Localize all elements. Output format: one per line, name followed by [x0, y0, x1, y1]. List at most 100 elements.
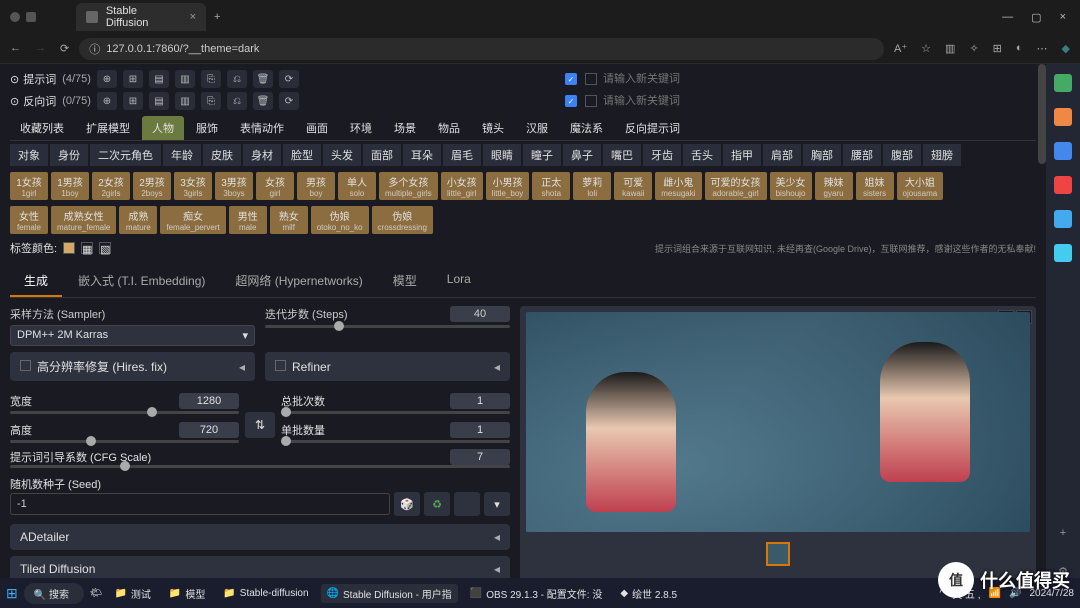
- chevron-icon[interactable]: ⊙: [10, 73, 19, 86]
- height-slider[interactable]: [10, 440, 239, 443]
- neg-tool-6[interactable]: ⎌: [227, 92, 247, 110]
- neg-checkbox[interactable]: ✓: [565, 95, 577, 107]
- subcat-tab[interactable]: 头发: [323, 144, 361, 166]
- maximize-icon[interactable]: ▢: [1031, 11, 1041, 24]
- category-tab[interactable]: 表情动作: [230, 116, 294, 140]
- scrollbar[interactable]: [1038, 64, 1046, 164]
- apps-icon[interactable]: ⊞: [993, 42, 1002, 55]
- taskbar-edge[interactable]: 🌐Stable Diffusion - 用户指: [321, 584, 458, 603]
- neg-tool-8[interactable]: ⟳: [279, 92, 299, 110]
- category-tab[interactable]: 场景: [384, 116, 426, 140]
- gen-tab[interactable]: 模型: [379, 266, 431, 297]
- subcat-tab[interactable]: 耳朵: [403, 144, 441, 166]
- neg-tool-3[interactable]: ▤: [149, 92, 169, 110]
- refiner-accordion[interactable]: Refiner◂: [265, 352, 510, 381]
- tag-button[interactable]: 2女孩2girls: [92, 172, 130, 200]
- prompt-tool-2[interactable]: ⊞: [123, 70, 143, 88]
- prompt-tool-8[interactable]: ⟳: [279, 70, 299, 88]
- gen-tab[interactable]: 生成: [10, 266, 62, 297]
- tag-button[interactable]: 可爱的女孩adorable_girl: [705, 172, 767, 200]
- category-tab[interactable]: 扩展模型: [76, 116, 140, 140]
- prompt-checkbox-2[interactable]: [585, 73, 597, 85]
- minimize-icon[interactable]: —: [1002, 11, 1013, 24]
- seed-caret[interactable]: ▾: [484, 492, 510, 516]
- dice-icon[interactable]: 🎲: [394, 492, 420, 516]
- tag-button[interactable]: 正太shota: [532, 172, 570, 200]
- batch-size-value[interactable]: 1: [450, 422, 510, 438]
- tag-button[interactable]: 美少女bishoujo: [770, 172, 812, 200]
- batch-count-value[interactable]: 1: [450, 393, 510, 409]
- subcat-tab[interactable]: 腹部: [883, 144, 921, 166]
- prompt-checkbox[interactable]: ✓: [565, 73, 577, 85]
- subcat-tab[interactable]: 皮肤: [203, 144, 241, 166]
- tag-button[interactable]: 辣妹gyaru: [815, 172, 853, 200]
- browser-tab[interactable]: Stable Diffusion ×: [76, 3, 206, 31]
- reload-icon[interactable]: ⟳: [60, 42, 69, 55]
- category-tab[interactable]: 镜头: [472, 116, 514, 140]
- subcat-tab[interactable]: 鼻子: [563, 144, 601, 166]
- new-tab-button[interactable]: +: [214, 11, 220, 23]
- batch-size-slider[interactable]: [281, 440, 510, 443]
- tag-button[interactable]: 雌小鬼mesugaki: [655, 172, 701, 200]
- tag-button[interactable]: 女孩girl: [256, 172, 294, 200]
- accordion-adetailer[interactable]: ADetailer◂: [10, 524, 510, 550]
- category-tab[interactable]: 收藏列表: [10, 116, 74, 140]
- category-tab[interactable]: 魔法系: [560, 116, 613, 140]
- subcat-tab[interactable]: 眉毛: [443, 144, 481, 166]
- color-swatch-3[interactable]: ▧: [99, 242, 111, 254]
- tag-button[interactable]: 萝莉loli: [573, 172, 611, 200]
- info-icon[interactable]: ⓘ: [89, 41, 100, 57]
- prompt-tool-7[interactable]: 🗑: [253, 70, 273, 88]
- steps-value[interactable]: 40: [450, 306, 510, 322]
- swap-dims-button[interactable]: ⇅: [245, 412, 275, 438]
- subcat-tab[interactable]: 身份: [50, 144, 88, 166]
- subcat-tab[interactable]: 舌头: [683, 144, 721, 166]
- subcat-tab[interactable]: 翅膀: [923, 144, 961, 166]
- keyword-input[interactable]: [603, 73, 723, 85]
- taskbar-obs[interactable]: ⬛OBS 29.1.3 - 配置文件: 没: [464, 584, 609, 603]
- tag-button[interactable]: 小男孩little_boy: [486, 172, 530, 200]
- sidebar-icon-6[interactable]: [1054, 244, 1072, 262]
- batch-count-slider[interactable]: [281, 411, 510, 414]
- tag-button[interactable]: 3男孩3boys: [215, 172, 253, 200]
- seed-input[interactable]: [10, 493, 390, 515]
- subcat-tab[interactable]: 指甲: [723, 144, 761, 166]
- tag-button[interactable]: 女性female: [10, 206, 48, 234]
- recycle-icon[interactable]: ♻: [424, 492, 450, 516]
- taskbar-search[interactable]: 🔍 搜索: [24, 583, 84, 604]
- category-tab[interactable]: 环境: [340, 116, 382, 140]
- width-value[interactable]: 1280: [179, 393, 239, 409]
- tag-button[interactable]: 3女孩3girls: [174, 172, 212, 200]
- sidebar-icon-5[interactable]: [1054, 210, 1072, 228]
- taskbar-folder-2[interactable]: 📁模型: [163, 584, 211, 603]
- favorite-icon[interactable]: ☆: [921, 42, 931, 55]
- subcat-tab[interactable]: 肩部: [763, 144, 801, 166]
- reader-icon[interactable]: A⁺: [894, 42, 907, 55]
- sidebar-icon-1[interactable]: [1054, 74, 1072, 92]
- chevron-icon[interactable]: ⊙: [10, 95, 19, 108]
- sidebar-icon-4[interactable]: [1054, 176, 1072, 194]
- forward-icon[interactable]: →: [35, 42, 46, 55]
- tag-button[interactable]: 大小姐ojousama: [897, 172, 944, 200]
- height-value[interactable]: 720: [179, 422, 239, 438]
- tag-button[interactable]: 可爱kawaii: [614, 172, 652, 200]
- tag-button[interactable]: 成熟女性mature_female: [51, 206, 116, 234]
- neg-tool-2[interactable]: ⊞: [123, 92, 143, 110]
- subcat-tab[interactable]: 对象: [10, 144, 48, 166]
- sidebar-icon-3[interactable]: [1054, 142, 1072, 160]
- copilot-icon[interactable]: ◆: [1062, 42, 1070, 55]
- tag-button[interactable]: 成熟mature: [119, 206, 157, 234]
- tag-button[interactable]: 伪娘otoko_no_ko: [311, 206, 369, 234]
- taskbar-app[interactable]: ◆绘世 2.8.5: [614, 584, 683, 603]
- sampler-select[interactable]: DPM++ 2M Karras▾: [10, 325, 255, 346]
- collections-icon[interactable]: ▥: [945, 42, 955, 55]
- category-tab[interactable]: 人物: [142, 116, 184, 140]
- prompt-tool-4[interactable]: ▥: [175, 70, 195, 88]
- prompt-tool-6[interactable]: ⎌: [227, 70, 247, 88]
- gen-tab[interactable]: Lora: [433, 266, 485, 297]
- tag-button[interactable]: 熟女milf: [270, 206, 308, 234]
- tag-button[interactable]: 小女孩little_girl: [441, 172, 483, 200]
- tag-button[interactable]: 伪娘crossdressing: [372, 206, 433, 234]
- tab-close-icon[interactable]: ×: [190, 11, 196, 23]
- subcat-tab[interactable]: 眼睛: [483, 144, 521, 166]
